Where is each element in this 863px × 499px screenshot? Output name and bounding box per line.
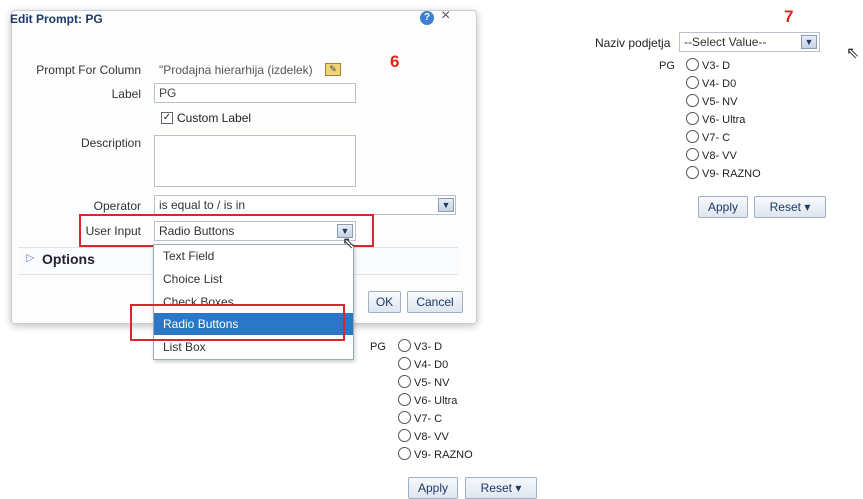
reset-label: Reset bbox=[769, 200, 801, 214]
radio-icon[interactable] bbox=[398, 375, 411, 388]
radio-label: V6- Ultra bbox=[702, 114, 746, 126]
radio-icon[interactable] bbox=[686, 130, 699, 143]
radio-icon[interactable] bbox=[398, 429, 411, 442]
right-radio-v4[interactable]: V4- D0 bbox=[686, 76, 736, 93]
custom-label-checkbox[interactable]: ✓ bbox=[161, 112, 173, 124]
description-textarea[interactable] bbox=[154, 135, 356, 187]
bottom-reset-button[interactable]: Reset ▾ bbox=[465, 477, 537, 499]
radio-icon[interactable] bbox=[398, 339, 411, 352]
bottom-pg-label: PG bbox=[370, 341, 386, 353]
bottom-radio-v9[interactable]: V9- RAZNO bbox=[398, 447, 473, 464]
radio-label: V4- D0 bbox=[702, 78, 737, 90]
radio-label: V7- C bbox=[702, 132, 731, 144]
right-radio-v7[interactable]: V7- C bbox=[686, 130, 730, 147]
label-label: Label bbox=[111, 87, 141, 101]
radio-icon[interactable] bbox=[686, 112, 699, 125]
radio-icon[interactable] bbox=[686, 94, 699, 107]
right-apply-button[interactable]: Apply bbox=[698, 196, 748, 218]
radio-label: V5- NV bbox=[702, 96, 738, 108]
radio-icon[interactable] bbox=[398, 357, 411, 370]
dropdown-item-text-field[interactable]: Text Field bbox=[154, 245, 353, 267]
radio-label: V3- D bbox=[702, 60, 731, 72]
bottom-radio-v3[interactable]: V3- D bbox=[398, 339, 442, 356]
right-radio-v3[interactable]: V3- D bbox=[686, 58, 730, 75]
right-reset-button[interactable]: Reset ▾ bbox=[754, 196, 826, 218]
radio-icon[interactable] bbox=[398, 447, 411, 460]
description-label: Description bbox=[80, 136, 141, 150]
operator-select[interactable]: is equal to / is in bbox=[154, 195, 456, 215]
ok-button[interactable]: OK bbox=[368, 291, 401, 313]
help-icon[interactable]: ? bbox=[420, 11, 434, 25]
chevron-down-icon: ▾ bbox=[515, 481, 522, 495]
mouse-cursor-icon: ⇖ bbox=[342, 235, 356, 252]
naziv-podjetja-label: Naziv podjetja bbox=[595, 36, 671, 50]
radio-label: V8- VV bbox=[414, 431, 449, 443]
radio-label: V7- C bbox=[414, 413, 443, 425]
chevron-down-icon[interactable]: ▼ bbox=[801, 35, 817, 49]
right-radio-v5[interactable]: V5- NV bbox=[686, 94, 737, 111]
radio-icon[interactable] bbox=[686, 76, 699, 89]
bottom-radio-v7[interactable]: V7- C bbox=[398, 411, 442, 428]
user-input-dropdown-list: Text Field Choice List Check Boxes Radio… bbox=[153, 244, 354, 360]
radio-label: V6- Ultra bbox=[414, 395, 458, 407]
right-radio-v9[interactable]: V9- RAZNO bbox=[686, 166, 761, 183]
radio-icon[interactable] bbox=[686, 166, 699, 179]
reset-label: Reset bbox=[480, 481, 512, 495]
highlight-radio-buttons bbox=[130, 304, 345, 341]
bottom-radio-v4[interactable]: V4- D0 bbox=[398, 357, 448, 374]
right-radio-v8[interactable]: V8- VV bbox=[686, 148, 737, 165]
radio-icon[interactable] bbox=[686, 58, 699, 71]
right-pg-label: PG bbox=[659, 60, 675, 72]
radio-label: V8- VV bbox=[702, 150, 737, 162]
dropdown-item-choice-list[interactable]: Choice List bbox=[154, 268, 353, 290]
prompt-for-column-value: "Prodajna hierarhija (izdelek) bbox=[159, 63, 313, 77]
edit-icon[interactable]: ✎ bbox=[325, 63, 341, 76]
right-radio-v6[interactable]: V6- Ultra bbox=[686, 112, 745, 129]
step-marker-7: 7 bbox=[784, 7, 794, 26]
bottom-radio-v6[interactable]: V6- Ultra bbox=[398, 393, 457, 410]
custom-label-text: Custom Label bbox=[177, 111, 252, 125]
highlight-user-input bbox=[79, 214, 374, 247]
radio-label: V4- D0 bbox=[414, 359, 449, 371]
options-label[interactable]: Options bbox=[42, 251, 95, 267]
radio-label: V9- RAZNO bbox=[414, 449, 473, 461]
operator-label: Operator bbox=[93, 199, 141, 213]
mouse-cursor-icon: ⇖ bbox=[846, 45, 860, 62]
operator-select-value: is equal to / is in bbox=[159, 198, 246, 212]
close-icon[interactable]: × bbox=[441, 8, 450, 24]
prompt-for-column-label: Prompt For Column bbox=[36, 63, 141, 77]
radio-label: V3- D bbox=[414, 341, 443, 353]
chevron-down-icon[interactable]: ▼ bbox=[438, 198, 454, 212]
cancel-button[interactable]: Cancel bbox=[407, 291, 463, 313]
radio-icon[interactable] bbox=[398, 393, 411, 406]
label-input[interactable]: PG bbox=[154, 83, 356, 103]
bottom-radio-v5[interactable]: V5- NV bbox=[398, 375, 449, 392]
radio-label: V9- RAZNO bbox=[702, 168, 761, 180]
radio-icon[interactable] bbox=[686, 148, 699, 161]
chevron-down-icon: ▾ bbox=[804, 200, 811, 214]
naziv-podjetja-select[interactable]: --Select Value-- bbox=[679, 32, 820, 52]
dialog-title: Edit Prompt: PG bbox=[10, 12, 103, 26]
bottom-radio-v8[interactable]: V8- VV bbox=[398, 429, 449, 446]
bottom-apply-button[interactable]: Apply bbox=[408, 477, 458, 499]
radio-icon[interactable] bbox=[398, 411, 411, 424]
radio-label: V5- NV bbox=[414, 377, 450, 389]
step-marker-6: 6 bbox=[390, 52, 400, 71]
naziv-podjetja-select-value: --Select Value-- bbox=[684, 35, 767, 49]
expand-triangle-icon[interactable]: ▷ bbox=[26, 251, 34, 264]
